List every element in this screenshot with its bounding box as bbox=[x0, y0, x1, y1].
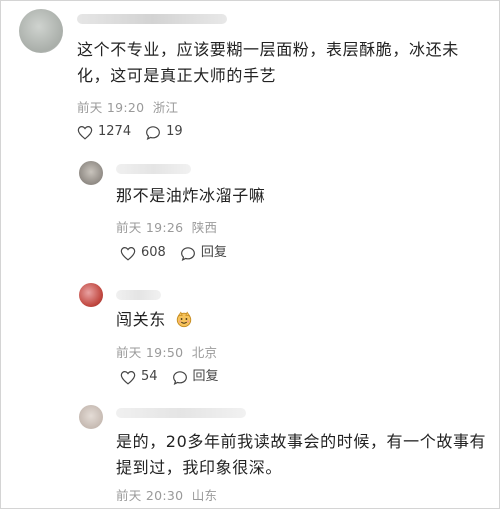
like-count: 54 bbox=[141, 369, 158, 384]
comment-location: 山东 bbox=[191, 488, 218, 503]
avatar[interactable] bbox=[79, 405, 103, 429]
username-blurred[interactable] bbox=[77, 13, 227, 27]
avatar[interactable] bbox=[79, 161, 103, 185]
comment-meta: 前天 20:30 山东 bbox=[116, 485, 217, 504]
comment-location: 北京 bbox=[191, 345, 218, 360]
comment-thread: 这个不专业，应该要糊一层面粉，表层酥脆，冰还未化，这可是真正大师的手艺 前天 1… bbox=[0, 0, 500, 509]
comment-time: 前天 19:50 bbox=[116, 345, 184, 360]
like-count: 1274 bbox=[98, 124, 132, 139]
comment-time: 前天 19:20 bbox=[77, 100, 145, 115]
emoji-face-icon bbox=[175, 310, 193, 328]
reply-button[interactable]: 回复 bbox=[172, 369, 219, 385]
like-button[interactable]: 1274 bbox=[77, 124, 131, 140]
reply-button[interactable]: 19 bbox=[145, 124, 183, 140]
reply-button[interactable]: 回复 bbox=[180, 245, 227, 261]
comment-meta: 前天 19:50 北京 bbox=[116, 342, 217, 361]
comment-location: 陕西 bbox=[191, 220, 218, 235]
reply-label: 回复 bbox=[192, 369, 219, 384]
comment-actions: 608 回复 bbox=[120, 245, 241, 261]
like-button[interactable]: 608 bbox=[120, 245, 166, 261]
heart-icon bbox=[120, 370, 136, 385]
avatar[interactable] bbox=[79, 283, 103, 307]
comment-meta: 前天 19:20 浙江 bbox=[77, 97, 178, 116]
comment-bubble-icon bbox=[146, 125, 161, 140]
username-blurred[interactable] bbox=[116, 407, 246, 421]
comment-bubble-icon bbox=[172, 370, 187, 385]
comment-time: 前天 20:30 bbox=[116, 488, 184, 503]
comment-location: 浙江 bbox=[152, 100, 179, 115]
comment-text: 是的，20多年前我读故事会的时候，有一个故事有提到过，我印象很深。 bbox=[116, 432, 487, 477]
comment-time: 前天 19:26 bbox=[116, 220, 184, 235]
comment-bubble-icon bbox=[180, 246, 195, 261]
comment-text: 这个不专业，应该要糊一层面粉，表层酥脆，冰还未化，这可是真正大师的手艺 bbox=[77, 40, 459, 85]
username-blurred[interactable] bbox=[116, 163, 191, 177]
comment-text: 闯关东 bbox=[116, 307, 476, 333]
reply-label: 回复 bbox=[200, 245, 227, 260]
comment-actions: 1274 19 bbox=[77, 124, 197, 140]
like-count: 608 bbox=[141, 245, 166, 260]
comment-text: 那不是油炸冰溜子嘛 bbox=[116, 186, 266, 205]
heart-icon bbox=[77, 125, 93, 140]
comment-meta: 前天 19:26 陕西 bbox=[116, 217, 217, 236]
reply-count: 19 bbox=[166, 124, 183, 139]
comment-actions: 54 回复 bbox=[120, 369, 233, 385]
avatar[interactable] bbox=[19, 9, 63, 53]
username-blurred[interactable] bbox=[116, 289, 161, 303]
like-button[interactable]: 54 bbox=[120, 369, 158, 385]
heart-icon bbox=[120, 246, 136, 261]
comment-text-body: 闯关东 bbox=[116, 310, 166, 329]
